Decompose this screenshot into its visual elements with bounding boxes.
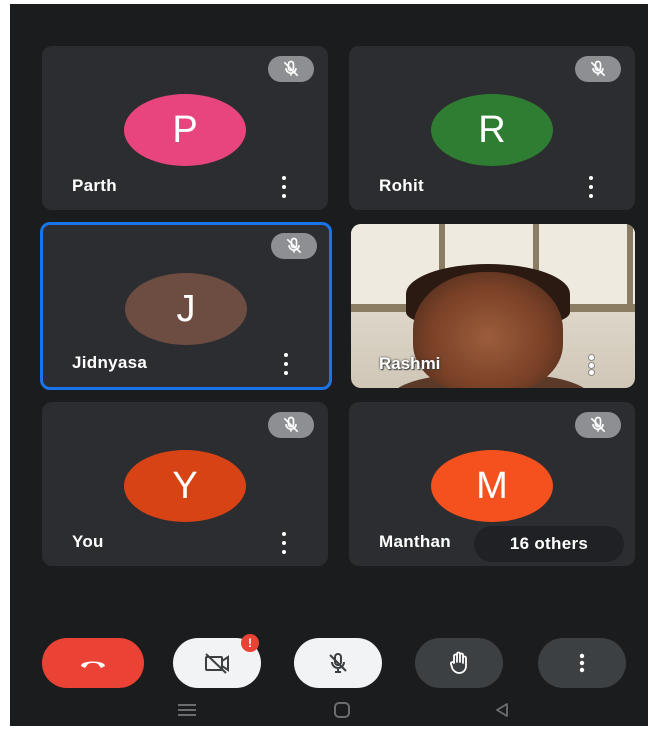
more-vert-icon[interactable]	[278, 176, 290, 198]
back-icon[interactable]	[494, 702, 510, 718]
camera-off-icon	[205, 653, 229, 674]
participant-name: You	[72, 532, 104, 551]
participant-tile-parth[interactable]: P Parth	[42, 46, 328, 210]
alert-badge: !	[241, 634, 259, 652]
avatar: J	[125, 273, 247, 345]
system-nav-bar	[10, 694, 648, 726]
more-vert-icon[interactable]	[280, 353, 292, 375]
participant-name: Rashmi	[379, 354, 441, 373]
more-vert-icon[interactable]	[585, 354, 597, 376]
avatar: P	[124, 94, 246, 166]
participant-tile-jidnyasa[interactable]: J Jidnyasa	[40, 222, 332, 390]
mic-muted-icon	[575, 56, 621, 82]
participant-tile-rohit[interactable]: R Rohit	[349, 46, 635, 210]
participant-name: Jidnyasa	[72, 353, 148, 372]
camera-toggle-button[interactable]: !	[173, 634, 261, 688]
more-options-button[interactable]	[538, 638, 626, 688]
others-count-button[interactable]: 16 others	[474, 526, 624, 562]
more-options-icon	[579, 653, 585, 673]
mic-toggle-button[interactable]	[294, 638, 382, 688]
participant-tile-rashmi[interactable]: Rashmi	[351, 224, 635, 388]
meeting-screen: P Parth R Rohit J Jidnyasa Rashmi Y You …	[10, 4, 648, 726]
end-call-icon	[81, 661, 105, 668]
more-vert-icon[interactable]	[585, 176, 597, 198]
avatar: M	[431, 450, 553, 522]
raise-hand-icon	[450, 651, 467, 674]
more-vert-icon[interactable]	[278, 532, 290, 554]
avatar: R	[431, 94, 553, 166]
participant-tile-you[interactable]: Y You	[42, 402, 328, 566]
mic-muted-icon	[268, 56, 314, 82]
participant-name: Parth	[72, 176, 117, 195]
recents-icon[interactable]	[178, 704, 196, 716]
mic-muted-icon	[268, 412, 314, 438]
mic-muted-icon	[575, 412, 621, 438]
participant-name: Manthan	[379, 532, 451, 551]
mic-muted-icon	[271, 233, 317, 259]
home-icon[interactable]	[334, 702, 350, 718]
participant-name: Rohit	[379, 176, 424, 195]
mic-off-icon	[329, 652, 347, 673]
end-call-button[interactable]	[42, 638, 144, 688]
raise-hand-button[interactable]	[415, 638, 503, 688]
avatar: Y	[124, 450, 246, 522]
